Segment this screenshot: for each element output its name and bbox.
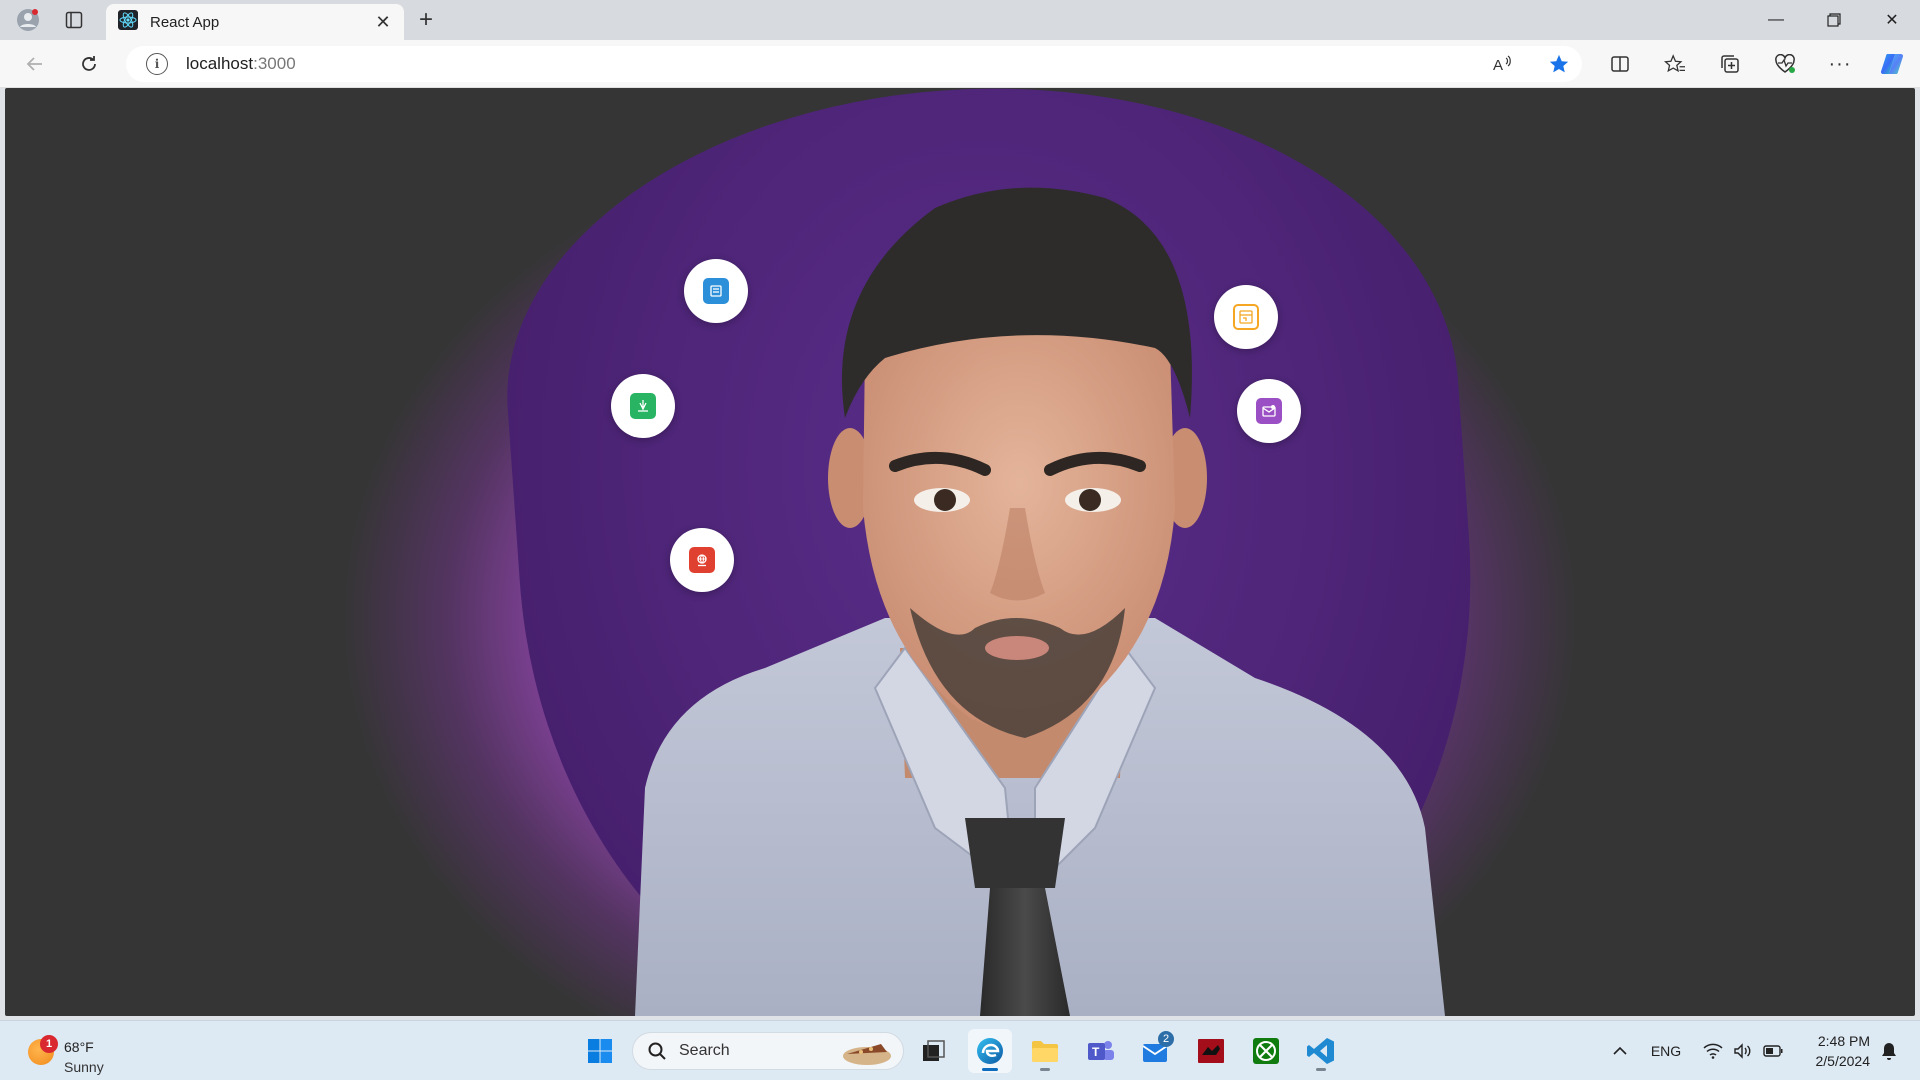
- notifications-icon[interactable]: [1878, 1039, 1900, 1063]
- back-button[interactable]: [18, 48, 52, 80]
- language-indicator[interactable]: ENG: [1648, 1039, 1684, 1063]
- url-port: :3000: [253, 54, 296, 73]
- mail-badge: 2: [1158, 1031, 1174, 1047]
- url-host: localhost: [186, 54, 254, 73]
- browser-toolbar: i localhost:3000 A ···: [0, 40, 1920, 88]
- react-logo-icon: [118, 9, 138, 35]
- minimize-button[interactable]: —: [1748, 0, 1804, 40]
- more-options-icon[interactable]: ···: [1823, 48, 1857, 80]
- taskbar-vscode[interactable]: [1299, 1029, 1343, 1073]
- slides-icon: [1233, 304, 1259, 330]
- tab-title: React App: [150, 13, 220, 31]
- start-button[interactable]: [578, 1029, 622, 1073]
- red-app-icon: [1198, 1039, 1224, 1063]
- browser-essentials-icon[interactable]: [1768, 48, 1802, 80]
- xbox-icon: [1253, 1038, 1279, 1064]
- task-view-icon: [923, 1040, 945, 1061]
- book-icon: [703, 278, 729, 304]
- new-tab-button[interactable]: +: [412, 6, 440, 34]
- address-bar[interactable]: i localhost:3000 A: [126, 46, 1582, 82]
- clock-time: 2:48 PM: [1817, 1033, 1870, 1049]
- page-viewport: [5, 88, 1915, 1016]
- windows-logo-icon: [588, 1039, 612, 1063]
- running-indicator: [1040, 1068, 1050, 1071]
- running-indicator: [1316, 1068, 1326, 1071]
- clock[interactable]: 2:48 PM 2/5/2024: [1790, 1031, 1871, 1071]
- taskbar-xbox[interactable]: [1244, 1029, 1288, 1073]
- avatar-illustration: [635, 187, 1445, 1016]
- read-aloud-icon[interactable]: A: [1488, 50, 1518, 78]
- show-hidden-icons-button[interactable]: [1608, 1039, 1632, 1063]
- weather-badge: 1: [40, 1035, 58, 1053]
- taskbar-red-app[interactable]: [1189, 1029, 1233, 1073]
- vscode-icon: [1307, 1038, 1334, 1064]
- running-indicator: [982, 1068, 998, 1071]
- taskbar-search[interactable]: Search: [632, 1032, 904, 1070]
- taskbar-mail[interactable]: 2: [1134, 1029, 1178, 1073]
- favorite-star-icon[interactable]: [1544, 50, 1574, 78]
- close-window-button[interactable]: ✕: [1864, 0, 1920, 40]
- floating-slides-button[interactable]: [1214, 285, 1278, 349]
- tab-react-app[interactable]: React App ✕: [106, 4, 404, 40]
- svg-text:A: A: [1493, 57, 1503, 74]
- edge-icon: [977, 1038, 1003, 1064]
- tab-actions-icon[interactable]: [60, 6, 88, 34]
- task-view-button[interactable]: [912, 1029, 956, 1073]
- taskbar-edge[interactable]: [968, 1029, 1012, 1073]
- weather-condition: Sunny: [64, 1059, 104, 1075]
- windows-taskbar: 1 68°F Sunny Search T 2 ENG 2:48 PM 2/5/…: [0, 1020, 1920, 1080]
- split-screen-icon[interactable]: [1603, 48, 1637, 80]
- collections-icon[interactable]: [1713, 48, 1747, 80]
- weather-temperature: 68°F: [64, 1039, 94, 1055]
- weather-widget[interactable]: 1 68°F Sunny: [22, 1029, 142, 1075]
- battery-icon[interactable]: [1762, 1039, 1784, 1063]
- floating-mail-button[interactable]: [1237, 379, 1301, 443]
- copilot-icon[interactable]: [1875, 48, 1909, 80]
- teams-icon: T: [1088, 1041, 1114, 1060]
- chevron-up-icon: [1613, 1046, 1627, 1055]
- wifi-icon[interactable]: [1702, 1039, 1724, 1063]
- mail-icon: [1256, 398, 1282, 424]
- folder-icon: [1032, 1041, 1058, 1062]
- close-tab-icon[interactable]: ✕: [370, 9, 396, 35]
- pencil-book-icon: [630, 393, 656, 419]
- globe-book-icon: [689, 547, 715, 573]
- floating-pencil-book-button[interactable]: [611, 374, 675, 438]
- svg-text:T: T: [1092, 1045, 1100, 1059]
- clock-date: 2/5/2024: [1815, 1053, 1871, 1069]
- refresh-button[interactable]: [72, 48, 106, 80]
- search-icon: [648, 1042, 666, 1060]
- url-text[interactable]: localhost:3000: [186, 54, 296, 74]
- search-highlight-icon: [843, 1044, 891, 1065]
- taskbar-teams[interactable]: T: [1079, 1029, 1123, 1073]
- browser-tab-bar: React App ✕ + — ✕: [0, 0, 1920, 40]
- floating-book-button[interactable]: [684, 259, 748, 323]
- volume-icon[interactable]: [1732, 1039, 1754, 1063]
- profile-icon[interactable]: [14, 6, 42, 34]
- favorites-icon[interactable]: [1658, 48, 1692, 80]
- restore-button[interactable]: [1806, 0, 1862, 40]
- taskbar-file-explorer[interactable]: [1023, 1029, 1067, 1073]
- search-placeholder: Search: [679, 1042, 730, 1059]
- site-info-icon[interactable]: i: [146, 53, 168, 75]
- floating-globe-book-button[interactable]: [670, 528, 734, 592]
